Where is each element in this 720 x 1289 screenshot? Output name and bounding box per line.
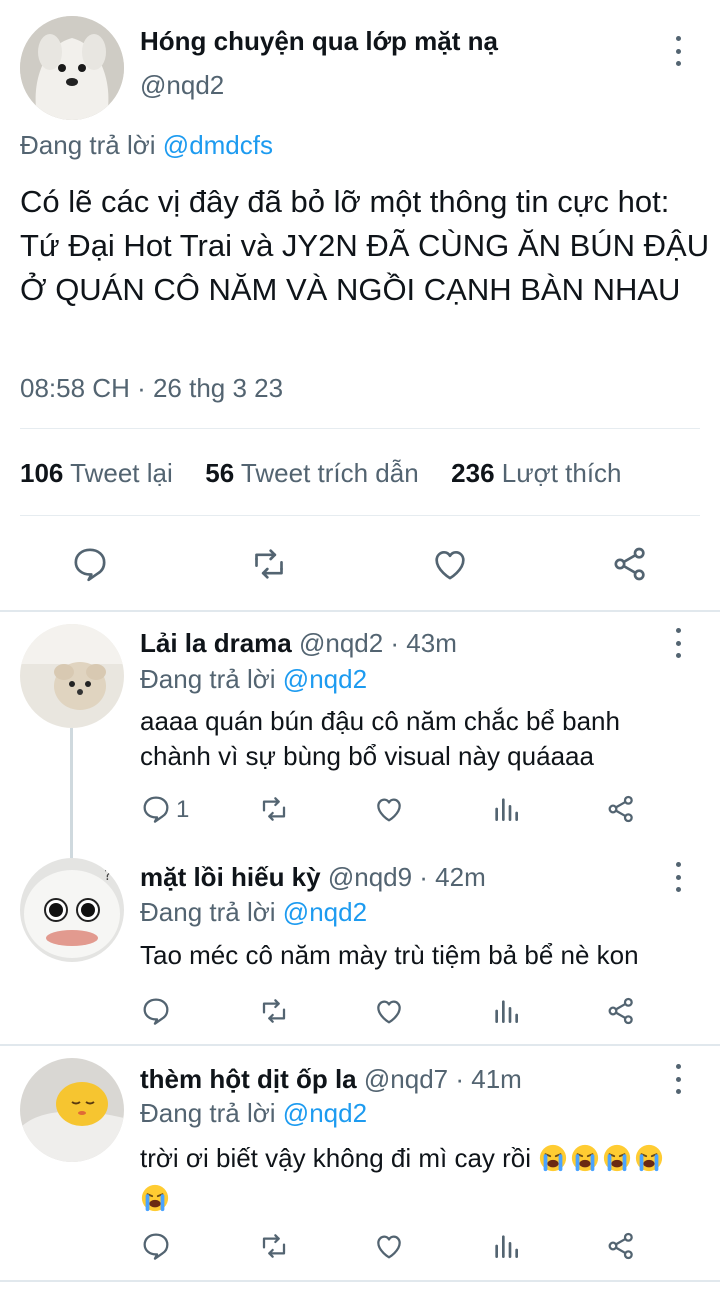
reply-context: Đang trả lời @nqd2 (140, 1098, 367, 1129)
tweet-timestamp[interactable]: 08:58 CH · 26 thg 3 23 (20, 373, 283, 404)
like-icon[interactable] (373, 995, 405, 1027)
crying-emoji-icon (570, 1143, 602, 1173)
reply-icon[interactable] (140, 1230, 172, 1262)
like-icon[interactable] (373, 793, 405, 825)
reply-to-link[interactable]: @dmdcfs (163, 130, 273, 160)
more-options-icon[interactable] (666, 36, 690, 66)
quotes-label: Tweet trích dẫn (240, 458, 419, 488)
reply-author-handle[interactable]: @nqd2 (299, 628, 383, 658)
views-icon[interactable] (490, 1230, 522, 1262)
retweet-icon[interactable] (258, 995, 290, 1027)
reply-context: Đang trả lời @nqd2 (140, 897, 367, 928)
crying-emoji-icon (634, 1143, 666, 1173)
reply-to-link[interactable]: @nqd2 (283, 1098, 367, 1128)
reply-text: trời ơi biết vậy không đi mì cay rồi (140, 1143, 532, 1173)
retweets-count: 106 (20, 458, 64, 488)
reply-to-link[interactable]: @nqd2 (283, 897, 367, 927)
avatar[interactable]: ? (20, 858, 124, 962)
quotes-stat[interactable]: 56 Tweet trích dẫn (205, 458, 426, 488)
retweets-label: Tweet lại (70, 458, 173, 488)
like-icon[interactable] (430, 544, 470, 584)
author-handle[interactable]: @nqd2 (140, 70, 224, 101)
retweet-icon[interactable] (249, 544, 289, 584)
reply-prefix: Đang trả lời (20, 130, 156, 160)
reply-author-name[interactable]: mặt lồi hiếu kỳ (140, 862, 321, 892)
reply-header: thèm hột dịt ốp la @nqd7 · 41m (140, 1064, 522, 1095)
share-icon[interactable] (605, 793, 637, 825)
more-options-icon[interactable] (666, 628, 690, 658)
retweet-icon[interactable] (258, 1230, 290, 1262)
avatar[interactable] (20, 16, 124, 120)
reply-prefix: Đang trả lời (140, 897, 276, 927)
reply-time[interactable]: · 42m (412, 862, 485, 892)
divider (20, 428, 700, 429)
reply-time[interactable]: · 41m (448, 1064, 521, 1094)
reply-author-handle[interactable]: @nqd9 (328, 862, 412, 892)
reply-context: Đang trả lời @dmdcfs (20, 130, 273, 161)
reply-header: mặt lồi hiếu kỳ @nqd9 · 42m (140, 862, 486, 893)
thread-line (70, 728, 73, 858)
avatar[interactable] (20, 1058, 124, 1162)
reply-text: aaaa quán bún đậu cô năm chắc bể banh ch… (140, 706, 620, 771)
reply-to-link[interactable]: @nqd2 (283, 664, 367, 694)
tweet-text: Có lẽ các vị đây đã bỏ lỡ một thông tin … (20, 184, 710, 307)
section-divider (0, 610, 720, 612)
reply-icon[interactable] (140, 793, 172, 825)
views-icon[interactable] (490, 995, 522, 1027)
likes-stat[interactable]: 236 Lượt thích (451, 458, 621, 488)
share-icon[interactable] (605, 1230, 637, 1262)
retweet-icon[interactable] (258, 793, 290, 825)
crying-emoji-icon (538, 1143, 570, 1173)
reply-prefix: Đang trả lời (140, 664, 276, 694)
svg-text:?: ? (104, 868, 111, 884)
quotes-count: 56 (205, 458, 235, 488)
reply-author-name[interactable]: Lải la drama (140, 628, 292, 658)
author-name[interactable]: Hóng chuyện qua lớp mặt nạ (140, 26, 498, 57)
views-icon[interactable] (490, 793, 522, 825)
reply-prefix: Đang trả lời (140, 1098, 276, 1128)
avatar[interactable] (20, 624, 124, 728)
tweet-stats: 106 Tweet lại 56 Tweet trích dẫn 236 Lượ… (20, 458, 622, 489)
reply-text-block: trời ơi biết vậy không đi mì cay rồi (140, 1138, 680, 1218)
share-icon[interactable] (605, 995, 637, 1027)
reply-count: 1 (176, 796, 190, 823)
reply-header: Lải la drama @nqd2 · 43m (140, 628, 457, 659)
likes-label: Lượt thích (501, 458, 622, 488)
reply-icon[interactable] (140, 995, 172, 1027)
share-icon[interactable] (610, 544, 650, 584)
likes-count: 236 (451, 458, 495, 488)
reply-context: Đang trả lời @nqd2 (140, 664, 367, 695)
more-options-icon[interactable] (666, 862, 690, 892)
retweets-stat[interactable]: 106 Tweet lại (20, 458, 180, 488)
crying-emoji-icon (602, 1143, 634, 1173)
crying-emoji-icon (140, 1183, 172, 1213)
section-divider (0, 1044, 720, 1046)
divider (20, 515, 700, 516)
reply-author-handle[interactable]: @nqd7 (364, 1064, 448, 1094)
reply-text: Tao méc cô năm mày trù tiệm bả bể nè kon (140, 940, 639, 970)
more-options-icon[interactable] (666, 1064, 690, 1094)
reply-author-name[interactable]: thèm hột dịt ốp la (140, 1064, 357, 1094)
section-divider (0, 1280, 720, 1282)
reply-icon[interactable] (70, 544, 110, 584)
like-icon[interactable] (373, 1230, 405, 1262)
reply-time[interactable]: · 43m (383, 628, 456, 658)
